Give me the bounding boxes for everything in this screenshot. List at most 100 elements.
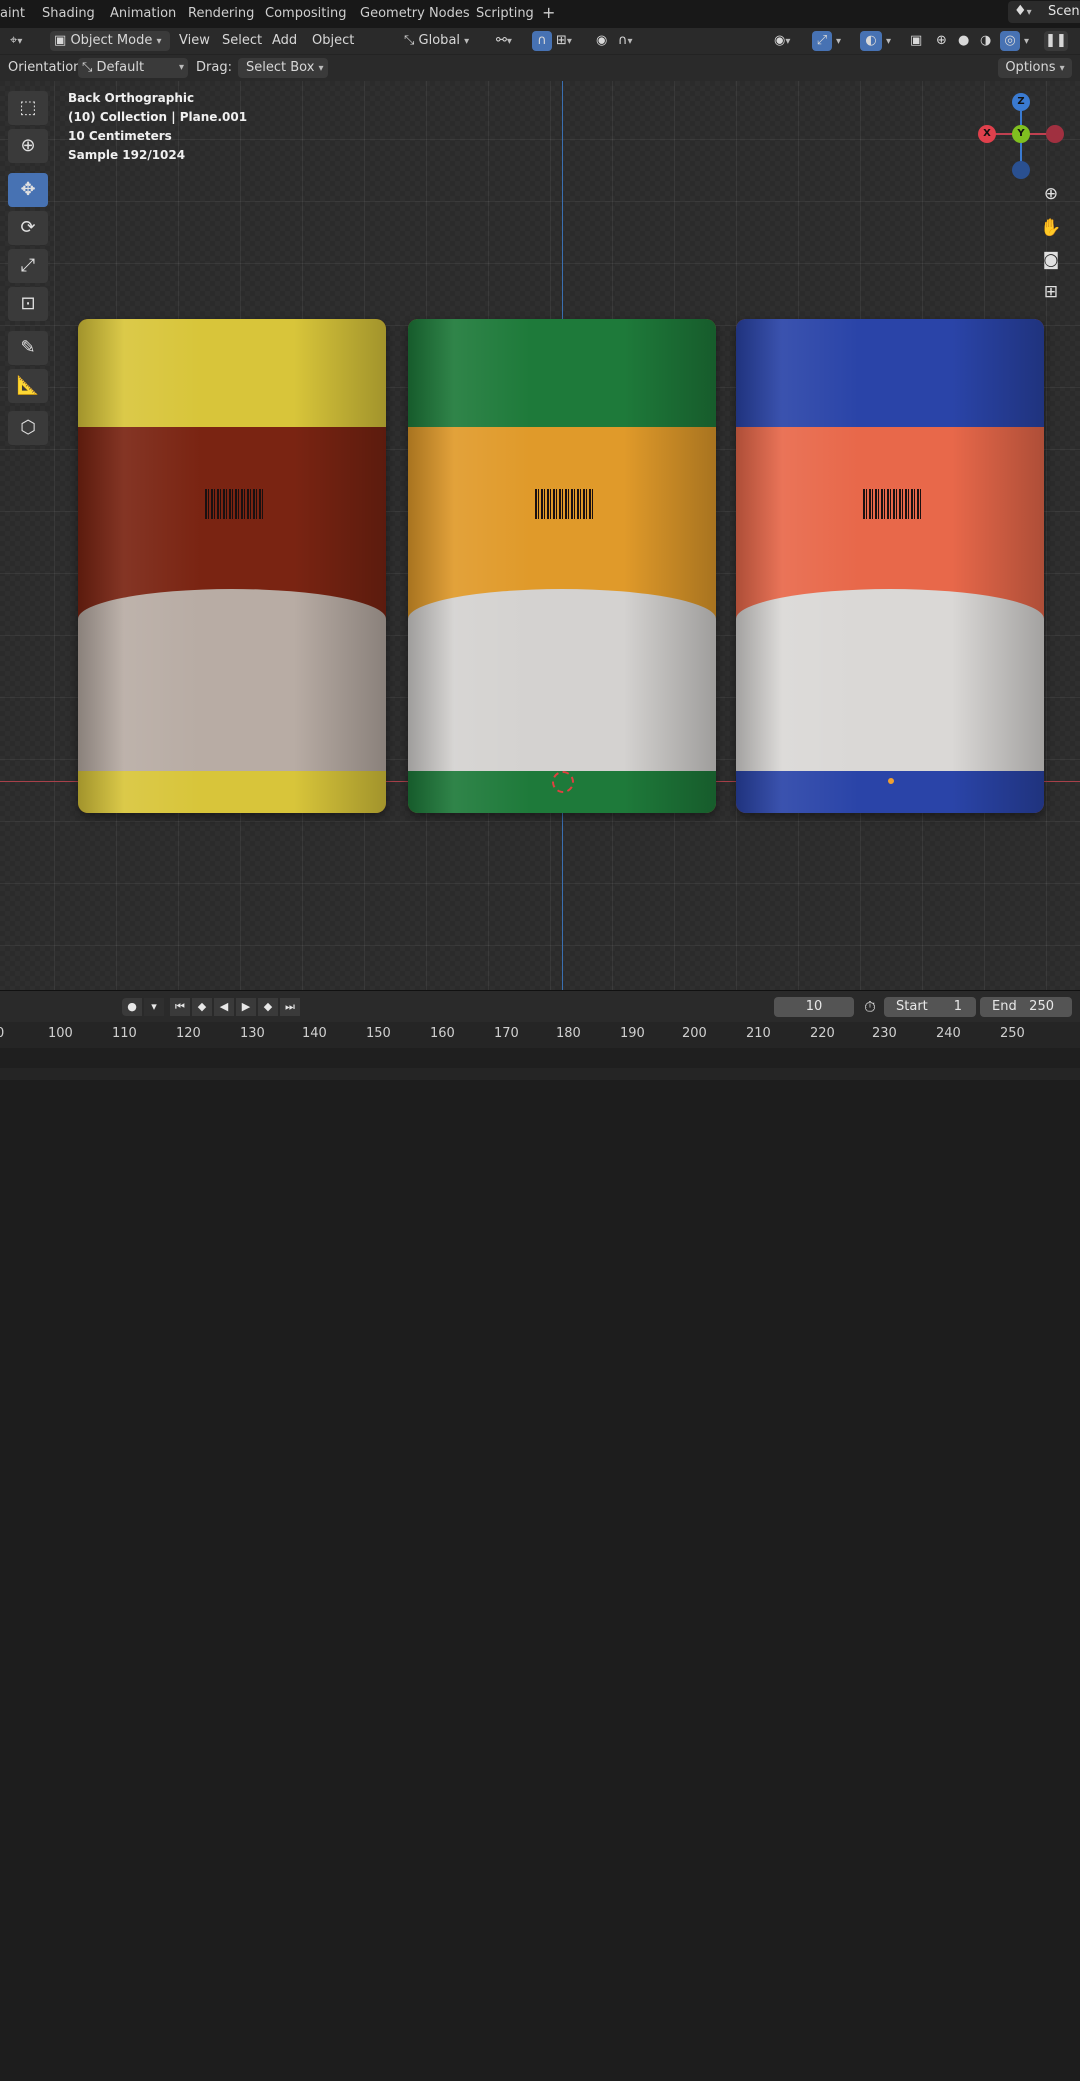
pan-hand-icon[interactable]: ✋ (1038, 215, 1064, 241)
scale-icon: ⤢ (20, 255, 36, 276)
chevron-down-icon[interactable]: ▾ (144, 998, 164, 1016)
view-name: Back Orthographic (68, 91, 195, 105)
timeline-header: ● ▾ ⏮ ◆ ◀ ▶ ◆ ⏭ 10 ⏱ Start 1 End 250 (0, 990, 1080, 1023)
scene-selector[interactable]: ♦▾ Scene (1008, 1, 1080, 23)
measure-tool[interactable]: 📐 (8, 369, 48, 403)
play-icon[interactable]: ▶ (236, 998, 256, 1016)
jump-start-icon[interactable]: ⏮ (170, 998, 190, 1016)
scale-tool[interactable]: ⤢ (8, 249, 48, 283)
transform-tool[interactable]: ⊡ (8, 287, 48, 321)
transform-orientation-selector[interactable]: ⤡ Global ▾ (404, 31, 486, 51)
start-label: Start (896, 999, 928, 1014)
end-frame-field[interactable]: End 250 (980, 997, 1072, 1017)
timeline-tick: 130 (240, 1026, 265, 1041)
neg-z-axis-gizmo[interactable] (1012, 161, 1030, 179)
start-value: 1 (953, 999, 962, 1014)
overlays-icon[interactable]: ◐ (860, 31, 882, 51)
menu-add[interactable]: Add (272, 31, 297, 51)
package-shading (736, 319, 1044, 813)
tab-geometry-nodes[interactable]: Geometry Nodes (360, 6, 470, 21)
menu-object[interactable]: Object (312, 31, 354, 51)
timeline-tick: 120 (176, 1026, 201, 1041)
add-cube-icon: ⬡ (20, 417, 36, 438)
timeline-tick: 110 (112, 1026, 137, 1041)
pause-render-icon[interactable]: ❚❚ (1044, 31, 1068, 51)
cursor-tool[interactable]: ⊕ (8, 129, 48, 163)
prev-keyframe-icon[interactable]: ◆ (192, 998, 212, 1016)
snap-target-icon[interactable]: ⊞▾ (556, 31, 586, 51)
timeline-tick: 200 (682, 1026, 707, 1041)
orientation-value: Default (96, 60, 145, 75)
drag-dropdown[interactable]: Select Box ▾ (238, 58, 328, 78)
mode-selector[interactable]: ▣ Object Mode ▾ (50, 31, 170, 51)
visibility-eye-icon[interactable]: ◉▾ (774, 31, 806, 51)
options-label: Options (1005, 60, 1056, 75)
add-cube-tool[interactable]: ⬡ (8, 411, 48, 445)
y-axis-gizmo[interactable]: Y (1012, 125, 1030, 143)
menu-view[interactable]: View (179, 31, 210, 51)
camera-view-icon[interactable]: ◙ (1038, 247, 1064, 273)
current-frame-field[interactable]: 10 (774, 997, 854, 1017)
editor-type-icon[interactable]: ⌖▾ (10, 31, 44, 51)
stopwatch-icon[interactable]: ⏱ (860, 998, 880, 1016)
annotate-tool[interactable]: ✎ (8, 331, 48, 365)
neg-x-axis-gizmo[interactable] (1046, 125, 1064, 143)
next-keyframe-icon[interactable]: ◆ (258, 998, 278, 1016)
timeline-track[interactable] (0, 1048, 1080, 1068)
start-frame-field[interactable]: Start 1 (884, 997, 976, 1017)
move-tool[interactable]: ✥ (8, 173, 48, 207)
falloff-curve-icon[interactable]: ∩▾ (618, 31, 648, 51)
timeline-ruler[interactable]: 0 100 110 120 130 140 150 160 170 180 190 200 210 220… (0, 1022, 1080, 1080)
timeline-tick: 210 (746, 1026, 771, 1041)
chevron-down-icon[interactable]: ▾ (836, 31, 850, 51)
tab-paint[interactable]: aint (0, 6, 25, 21)
solid-shading-icon[interactable]: ● (958, 31, 978, 51)
orientation-axes-icon: ⤡ (82, 60, 93, 75)
pivot-point-icon[interactable]: ⚯▾ (496, 31, 526, 51)
keyframe-record-icon[interactable]: ● (122, 998, 142, 1016)
snap-magnet-icon[interactable]: ∩ (532, 31, 552, 51)
options-dropdown[interactable]: Options ▾ (998, 58, 1072, 78)
tab-shading[interactable]: Shading (42, 6, 95, 21)
orientation-dropdown[interactable]: ⤡ Default ▾ (78, 58, 188, 78)
zoom-icon[interactable]: ⊕ (1038, 181, 1064, 207)
package-yellow[interactable] (78, 319, 386, 813)
timeline-scrollbar (0, 2077, 1080, 2081)
scene-name: Scene (1048, 4, 1080, 19)
package-blue[interactable] (736, 319, 1044, 813)
grid-view-icon[interactable]: ⊞ (1038, 279, 1064, 305)
grid-scale: 10 Centimeters (68, 129, 172, 143)
menu-select[interactable]: Select (222, 31, 262, 51)
timeline-tick: 170 (494, 1026, 519, 1041)
chevron-down-icon[interactable]: ▾ (1024, 31, 1038, 51)
chevron-down-icon: ▾ (156, 36, 162, 47)
package-green[interactable] (408, 319, 716, 813)
3d-cursor-icon[interactable] (552, 771, 574, 793)
material-shading-icon[interactable]: ◑ (980, 31, 1000, 51)
chevron-down-icon: ▾ (1059, 63, 1065, 74)
tab-scripting[interactable]: Scripting (476, 6, 534, 21)
x-axis-gizmo[interactable]: X (978, 125, 996, 143)
gizmo-toggle-icon[interactable]: ⤢ (812, 31, 832, 51)
tab-compositing[interactable]: Compositing (265, 6, 347, 21)
object-origin-icon (888, 778, 894, 784)
z-axis-gizmo[interactable]: Z (1012, 93, 1030, 111)
tab-rendering[interactable]: Rendering (188, 6, 254, 21)
timeline-tick: 0 (0, 1026, 5, 1041)
jump-end-icon[interactable]: ⏭ (280, 998, 300, 1016)
select-box-tool[interactable]: ⬚ (8, 91, 48, 125)
3d-viewport[interactable]: Back Orthographic (10) Collection | Plan… (0, 81, 1080, 990)
measure-icon: 📐 (16, 375, 40, 396)
render-sample: Sample 192/1024 (68, 148, 186, 162)
tab-animation[interactable]: Animation (110, 6, 176, 21)
proportional-edit-icon[interactable]: ◉ (596, 31, 614, 51)
rotate-tool[interactable]: ⟳ (8, 211, 48, 245)
timeline-tick: 180 (556, 1026, 581, 1041)
chevron-down-icon[interactable]: ▾ (886, 31, 900, 51)
annotate-icon: ✎ (20, 337, 36, 358)
xray-toggle-icon[interactable]: ▣ (910, 31, 930, 51)
add-workspace-button[interactable]: + (542, 3, 555, 22)
rendered-shading-icon[interactable]: ◎ (1000, 31, 1020, 51)
wireframe-shading-icon[interactable]: ⊕ (936, 31, 956, 51)
play-reverse-icon[interactable]: ◀ (214, 998, 234, 1016)
